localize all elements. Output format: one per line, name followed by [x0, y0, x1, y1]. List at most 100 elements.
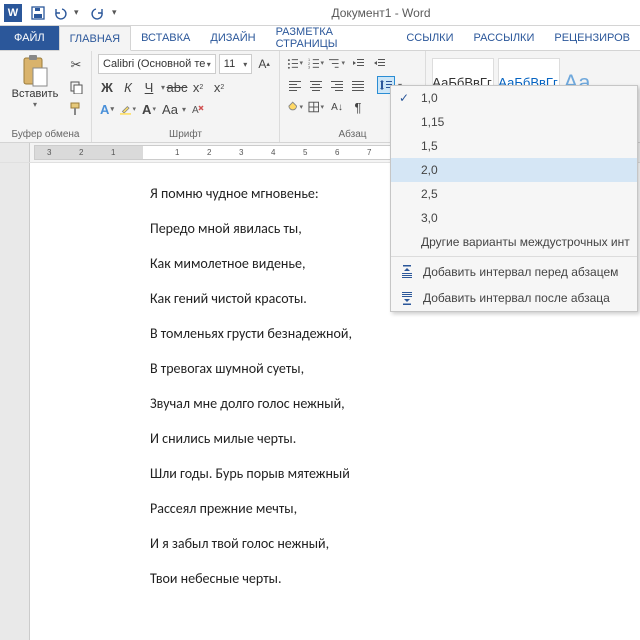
ls-add-before[interactable]: Добавить интервал перед абзацем	[391, 259, 637, 285]
ls-add-after[interactable]: Добавить интервал после абзаца	[391, 285, 637, 311]
ruler-tick: 1	[111, 148, 115, 157]
paste-label: Вставить	[12, 88, 59, 100]
subscript-icon[interactable]: x2	[189, 78, 207, 96]
redo-icon[interactable]	[90, 5, 106, 21]
quick-access-toolbar: ▾ ▾	[26, 5, 122, 21]
ls-option-115[interactable]: 1,15	[391, 110, 637, 134]
text-line[interactable]: В тревогах шумной суеты,	[150, 360, 640, 377]
ls-option-3[interactable]: 3,0	[391, 206, 637, 230]
add-space-before-icon	[399, 265, 415, 279]
ruler-tick: 5	[303, 148, 307, 157]
tab-design[interactable]: ДИЗАЙН	[200, 26, 265, 50]
tab-mailings[interactable]: РАССЫЛКИ	[464, 26, 545, 50]
sort-icon[interactable]: A↓	[328, 98, 346, 116]
ribbon-tabs: ФАЙЛ ГЛАВНАЯ ВСТАВКА ДИЗАЙН РАЗМЕТКА СТР…	[0, 26, 640, 51]
ruler-tick: 6	[335, 148, 339, 157]
text-line[interactable]: И снились милые черты.	[150, 430, 640, 447]
paste-button[interactable]: Вставить ▾	[6, 54, 64, 109]
group-clipboard: Вставить ▾ ✂ Буфер обмена	[0, 51, 92, 142]
window-title: Документ1 - Word	[122, 6, 640, 20]
italic-icon[interactable]: К	[119, 78, 137, 96]
add-space-after-icon	[399, 291, 415, 305]
word-app-icon: W	[4, 4, 22, 22]
font-color-icon[interactable]: A	[140, 100, 158, 118]
ls-add-before-label: Добавить интервал перед абзацем	[423, 265, 618, 279]
superscript-icon[interactable]: x2	[210, 78, 228, 96]
bold-icon[interactable]: Ж	[98, 78, 116, 96]
ls-option-25[interactable]: 2,5	[391, 182, 637, 206]
ls-option-15-label: 1,5	[421, 139, 438, 153]
tab-insert[interactable]: ВСТАВКА	[131, 26, 200, 50]
ls-option-1-label: 1,0	[421, 91, 438, 105]
undo-icon[interactable]	[52, 5, 68, 21]
ls-option-2-label: 2,0	[421, 163, 438, 177]
clear-formatting-icon[interactable]: A	[189, 100, 207, 118]
ls-add-after-label: Добавить интервал после абзаца	[423, 291, 610, 305]
multilevel-list-icon[interactable]	[328, 54, 346, 72]
increase-indent-icon[interactable]	[370, 54, 388, 72]
shading-icon[interactable]	[286, 98, 304, 116]
vertical-ruler[interactable]	[0, 163, 30, 640]
ruler-tick: 7	[367, 148, 371, 157]
underline-icon[interactable]: Ч	[140, 78, 158, 96]
tab-references[interactable]: ССЫЛКИ	[396, 26, 463, 50]
text-line[interactable]: Звучал мне долго голос нежный,	[150, 395, 640, 412]
svg-text:A: A	[192, 105, 199, 116]
ruler-corner	[0, 143, 30, 162]
undo-dropdown-icon[interactable]: ▾	[74, 7, 84, 18]
tab-layout[interactable]: РАЗМЕТКА СТРАНИЦЫ	[266, 26, 397, 50]
title-bar: W ▾ ▾ Документ1 - Word	[0, 0, 640, 26]
ruler-tick: 2	[79, 148, 83, 157]
group-font-label: Шрифт	[98, 127, 273, 140]
show-marks-icon[interactable]: ¶	[349, 98, 367, 116]
align-right-icon[interactable]	[328, 76, 346, 94]
ruler-tick: 1	[175, 148, 179, 157]
align-center-icon[interactable]	[307, 76, 325, 94]
font-size-value: 11	[224, 58, 235, 70]
borders-icon[interactable]	[307, 98, 325, 116]
group-clipboard-label: Буфер обмена	[6, 127, 85, 140]
numbering-icon[interactable]: 123	[307, 54, 325, 72]
font-name-select[interactable]: Calibri (Основной те▾	[98, 54, 216, 74]
text-effects-icon[interactable]: A	[98, 100, 116, 118]
decrease-indent-icon[interactable]	[349, 54, 367, 72]
qat-customize-icon[interactable]: ▾	[112, 7, 122, 18]
save-icon[interactable]	[30, 5, 46, 21]
text-line[interactable]: И я забыл твой голос нежный,	[150, 535, 640, 552]
strikethrough-icon[interactable]: abc	[168, 78, 186, 96]
text-line[interactable]: В томленьях грусти безнадежной,	[150, 325, 640, 342]
ls-option-2[interactable]: 2,0	[391, 158, 637, 182]
group-font: Calibri (Основной те▾ 11▾ A▴ Ж К Ч ▾ abc…	[92, 51, 280, 142]
ls-option-15[interactable]: 1,5	[391, 134, 637, 158]
ruler-tick: 4	[271, 148, 275, 157]
text-line[interactable]: Шли годы. Бурь порыв мятежный	[150, 465, 640, 482]
line-spacing-menu: ✓ 1,0 1,15 1,5 2,0 2,5 3,0 Другие вариан…	[390, 85, 638, 312]
text-line[interactable]: Рассеял прежние мечты,	[150, 500, 640, 517]
paste-icon	[18, 54, 52, 88]
bullets-icon[interactable]	[286, 54, 304, 72]
ls-option-115-label: 1,15	[421, 115, 444, 129]
ribbon: Вставить ▾ ✂ Буфер обмена Calibri (Основ…	[0, 51, 640, 143]
justify-icon[interactable]	[349, 76, 367, 94]
align-left-icon[interactable]	[286, 76, 304, 94]
grow-font-icon[interactable]: A▴	[255, 55, 273, 73]
svg-text:3: 3	[308, 66, 310, 69]
check-icon: ✓	[399, 91, 409, 105]
cut-icon[interactable]: ✂	[67, 56, 85, 74]
font-name-value: Calibri (Основной те	[103, 58, 205, 70]
ls-more-label: Другие варианты междустрочных инт	[421, 235, 630, 249]
highlight-icon[interactable]	[119, 100, 137, 118]
ruler-tick: 3	[239, 148, 243, 157]
copy-icon[interactable]	[67, 78, 85, 96]
tab-home[interactable]: ГЛАВНАЯ	[59, 26, 131, 51]
text-line[interactable]: Твои небесные черты.	[150, 570, 640, 587]
tab-file[interactable]: ФАЙЛ	[0, 26, 59, 50]
ruler-tick: 3	[47, 148, 51, 157]
ls-more-options[interactable]: Другие варианты междустрочных инт	[391, 230, 637, 254]
format-painter-icon[interactable]	[67, 100, 85, 118]
ls-option-1[interactable]: ✓ 1,0	[391, 86, 637, 110]
menu-separator	[391, 256, 637, 257]
font-size-select[interactable]: 11▾	[219, 54, 253, 74]
tab-review[interactable]: РЕЦЕНЗИРОВ	[544, 26, 640, 50]
change-case-icon[interactable]: Aa	[161, 100, 179, 118]
